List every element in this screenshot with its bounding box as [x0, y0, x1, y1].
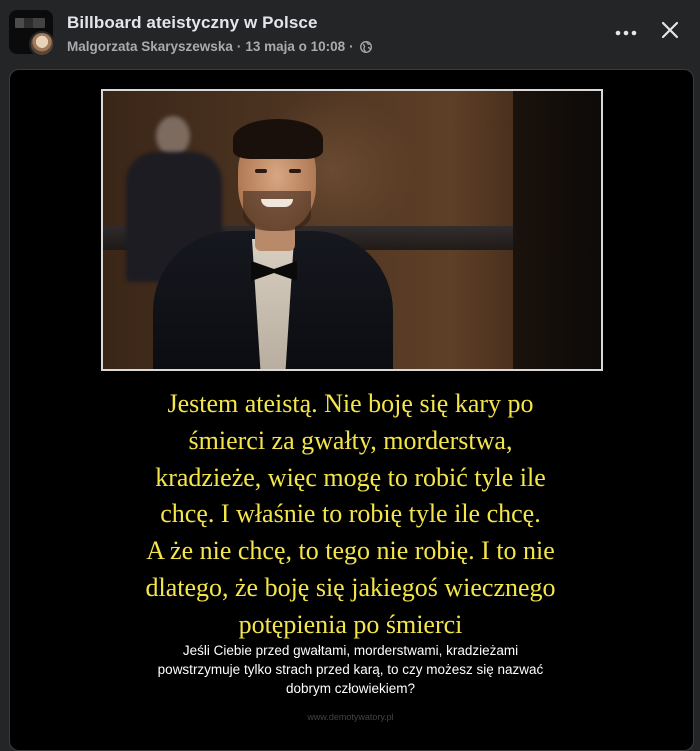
caption-line: chcę. I właśnie to robię tyle ile chcę.	[160, 499, 541, 529]
group-name-link[interactable]: Billboard ateistyczny w Polsce	[67, 13, 318, 33]
more-options-button[interactable]	[608, 14, 644, 50]
smiling-man-in-tuxedo	[143, 111, 403, 369]
watermark: www.demotywatory.pl	[307, 712, 394, 722]
post-timestamp[interactable]: 13 maja o 10:08	[245, 39, 345, 54]
subcaption-line: Jeśli Ciebie przed gwałtami, morderstwam…	[182, 643, 519, 658]
author-name-link[interactable]: Malgorzata Skaryszewska	[67, 39, 233, 54]
close-button[interactable]	[652, 14, 688, 50]
globe-icon[interactable]	[359, 40, 372, 53]
post-image[interactable]: Jestem ateistą. Nie boję się kary po śmi…	[9, 69, 694, 751]
caption-line: A że nie chcę, to tego nie robię. I to n…	[146, 536, 555, 566]
meme-subcaption: Jeśli Ciebie przed gwałtami, morderstwam…	[10, 641, 691, 698]
meta-separator: ·	[236, 39, 242, 54]
subcaption-line: powstrzymuje tylko strach przed karą, to…	[157, 662, 544, 677]
caption-line: kradzieże, więc mogę to robić tyle ile	[155, 462, 546, 492]
caption-line: dlatego, że boję się jakiegoś wiecznego	[145, 572, 556, 602]
post-meta: Malgorzata Skaryszewska · 13 maja o 10:0…	[67, 39, 372, 54]
subcaption-line: dobrym człowiekiem?	[285, 681, 416, 696]
caption-line: Jestem ateistą. Nie boję się kary po	[167, 389, 534, 418]
caption-line: potępienia po śmierci	[238, 609, 463, 639]
meme-photo	[101, 89, 603, 371]
photo-column	[513, 91, 601, 369]
close-icon	[661, 21, 679, 44]
more-horizontal-icon	[615, 23, 637, 41]
post-header: Billboard ateistyczny w Polsce Malgorzat…	[0, 0, 700, 66]
group-avatar-thumbnail	[15, 18, 45, 28]
author-avatar[interactable]	[29, 31, 55, 57]
meme-caption: Jestem ateistą. Nie boję się kary po śmi…	[10, 386, 691, 644]
caption-line: śmierci za gwałty, morderstwa,	[188, 425, 513, 455]
meta-separator: ·	[349, 39, 354, 54]
